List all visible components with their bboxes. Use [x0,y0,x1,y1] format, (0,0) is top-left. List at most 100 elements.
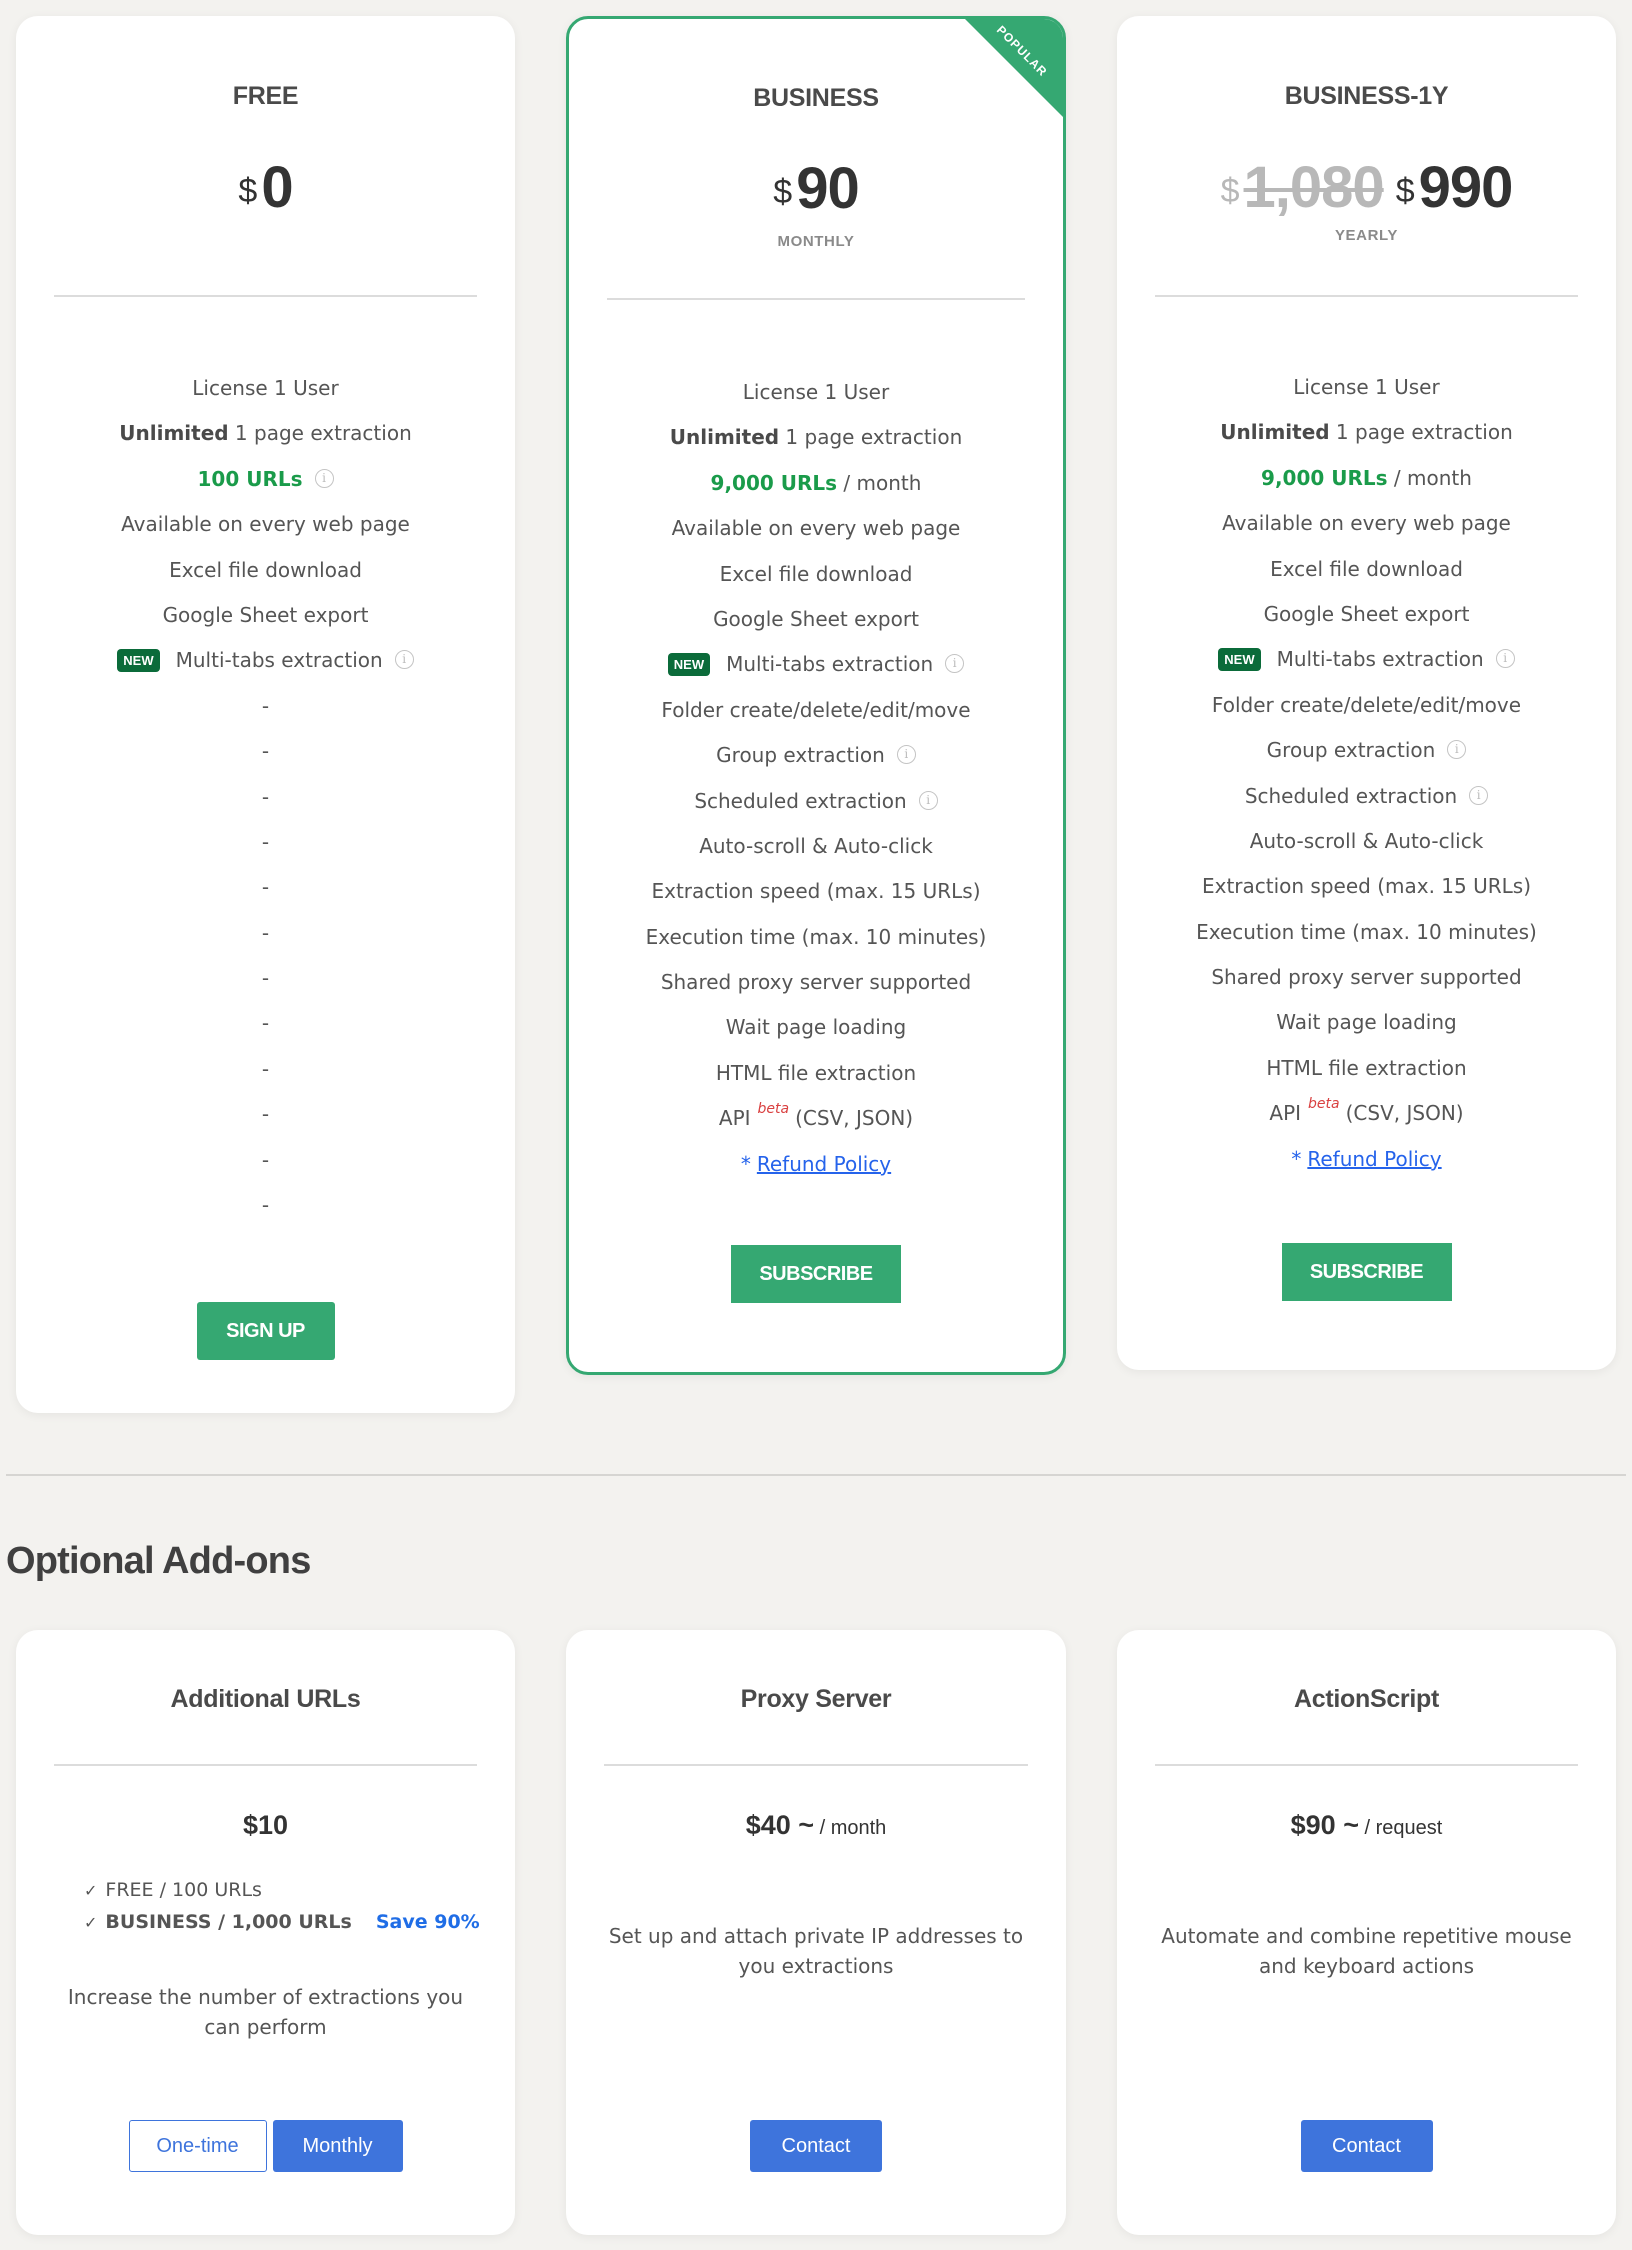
feature-item: License 1 User [569,380,1063,425]
divider [1155,1764,1578,1766]
feature-item: 9,000 URLs / month [569,471,1063,516]
feature-item: Shared proxy server supported [569,970,1063,1015]
original-price-amount: 1,080 [1243,155,1385,220]
feature-text: HTML file extraction [715,1060,917,1085]
feature-unavailable: - [261,920,270,945]
feature-item: - [16,1057,515,1102]
tier-list: ✓ FREE / 100 URLs ✓ BUSINESS / 1,000 URLs S… [84,1874,480,1938]
addon-price-amount: $90 ~ [1290,1810,1359,1840]
save-badge: Save 90% [375,1911,480,1933]
subscribe-button[interactable]: SUBSCRIBE [1281,1243,1452,1301]
plan-card-business: POPULAR BUSINESS $ 90 MONTHLY License 1 … [566,16,1066,1375]
feature-list: License 1 User Unlimited 1 page extractio… [1117,375,1616,1192]
feature-unavailable: - [261,1102,270,1127]
feature-item: Scheduled extraction i [1117,784,1616,829]
feature-item: HTML file extraction [1117,1056,1616,1101]
feature-text: License 1 User [1293,375,1440,399]
feature-item: Group extraction i [569,743,1063,788]
refund-policy-item: * Refund Policy [569,1152,1063,1197]
feature-item: - [16,830,515,875]
feature-text: Google Sheet export [1263,601,1470,626]
feature-item: Unlimited 1 page extraction [1117,420,1616,465]
divider [54,1764,477,1766]
currency-symbol: $ [238,172,258,210]
url-quota: 9,000 URLs [710,470,838,495]
plan-price: $ 1,080 $ 990 [1117,156,1616,220]
feature-text: 1 page extraction [1329,420,1513,445]
feature-item: NEW Multi-tabs extraction i [1117,647,1616,692]
feature-unavailable: - [261,1147,270,1172]
asterisk: * [740,1151,751,1176]
info-icon[interactable]: i [394,650,414,670]
price-amount: 90 [796,156,860,221]
plan-price: $ 0 [16,156,515,220]
feature-text: Execution time (max. 10 minutes) [1196,919,1537,944]
feature-item: - [16,1193,515,1238]
new-badge: NEW [667,653,711,677]
feature-text: Excel file download [169,557,362,582]
feature-text: Excel file download [719,561,913,586]
info-icon[interactable]: i [1447,740,1467,760]
feature-item: HTML file extraction [569,1061,1063,1106]
addon-title: Additional URLs [170,1685,361,1713]
feature-item: - [16,1102,515,1147]
monthly-button[interactable]: Monthly [272,2120,403,2172]
button-row: Contact [566,2120,1066,2172]
billing-period: MONTHLY [777,233,855,250]
feature-text: HTML file extraction [1266,1055,1467,1080]
currency-symbol: $ [1220,172,1240,210]
contact-button[interactable]: Contact [750,2120,882,2172]
info-icon[interactable]: i [1495,649,1515,669]
feature-item: - [16,875,515,920]
feature-text: Available on every web page [1222,511,1511,536]
feature-item: API beta (CSV, JSON) [569,1101,1063,1151]
button-row: Contact [1117,2120,1616,2172]
feature-text: Multi-tabs extraction [1276,647,1484,672]
info-icon[interactable]: i [945,654,965,674]
feature-item: Excel file download [16,558,515,603]
feature-text: Scheduled extraction [1244,783,1458,808]
info-icon[interactable]: i [314,468,334,488]
feature-item: Execution time (max. 10 minutes) [569,925,1063,970]
info-icon[interactable]: i [896,745,916,765]
feature-unavailable: - [261,966,270,991]
plan-title: BUSINESS [753,84,879,112]
addon-price: $40 ~ / month [566,1810,1066,1841]
info-icon[interactable]: i [1469,785,1489,805]
divider [607,298,1025,300]
divider [1155,295,1578,297]
currency-symbol: $ [1395,172,1415,210]
feature-item: - [16,1011,515,1056]
addon-description: Set up and attach private IP addresses t… [608,1924,1024,1978]
popular-ribbon-label: POPULAR [993,22,1051,80]
url-quota: 9,000 URLs [1261,465,1388,490]
feature-text: Google Sheet export [713,606,919,631]
feature-text: (CSV, JSON) [795,1106,914,1131]
feature-item: Unlimited 1 page extraction [569,425,1063,470]
feature-text: Shared proxy server supported [660,970,972,995]
one-time-button[interactable]: One-time [128,2120,267,2172]
feature-item: NEW Multi-tabs extraction i [569,652,1063,697]
feature-item: Group extraction i [1117,738,1616,783]
refund-policy-link[interactable]: Refund Policy [757,1152,891,1176]
feature-text: License 1 User [742,380,890,404]
subscribe-button[interactable]: SUBSCRIBE [731,1245,901,1303]
feature-item: Folder create/delete/edit/move [569,698,1063,743]
tier-label: FREE / 100 URLs [105,1879,262,1901]
contact-button[interactable]: Contact [1300,2120,1433,2172]
info-icon[interactable]: i [918,790,938,810]
plan-card-business-1y: BUSINESS-1Y $ 1,080 $ 990 YEARLY License… [1117,16,1616,1370]
refund-policy-link[interactable]: Refund Policy [1307,1147,1441,1171]
feature-text: Multi-tabs extraction [726,652,934,677]
sign-up-button[interactable]: SIGN UP [196,1302,335,1360]
url-quota: 100 URLs [197,466,303,491]
addon-price-unit: / month [814,1817,887,1839]
currency-symbol: $ [773,173,793,211]
feature-text: Scheduled extraction [694,788,907,813]
feature-list: License 1 User Unlimited 1 page extractio… [569,380,1063,1197]
tier-item: ✓ BUSINESS / 1,000 URLs Save 90% [84,1906,480,1938]
feature-item: API beta (CSV, JSON) [1117,1096,1616,1146]
addon-title: ActionScript [1293,1685,1440,1713]
feature-item: - [16,921,515,966]
feature-text: Folder create/delete/edit/move [661,697,971,722]
